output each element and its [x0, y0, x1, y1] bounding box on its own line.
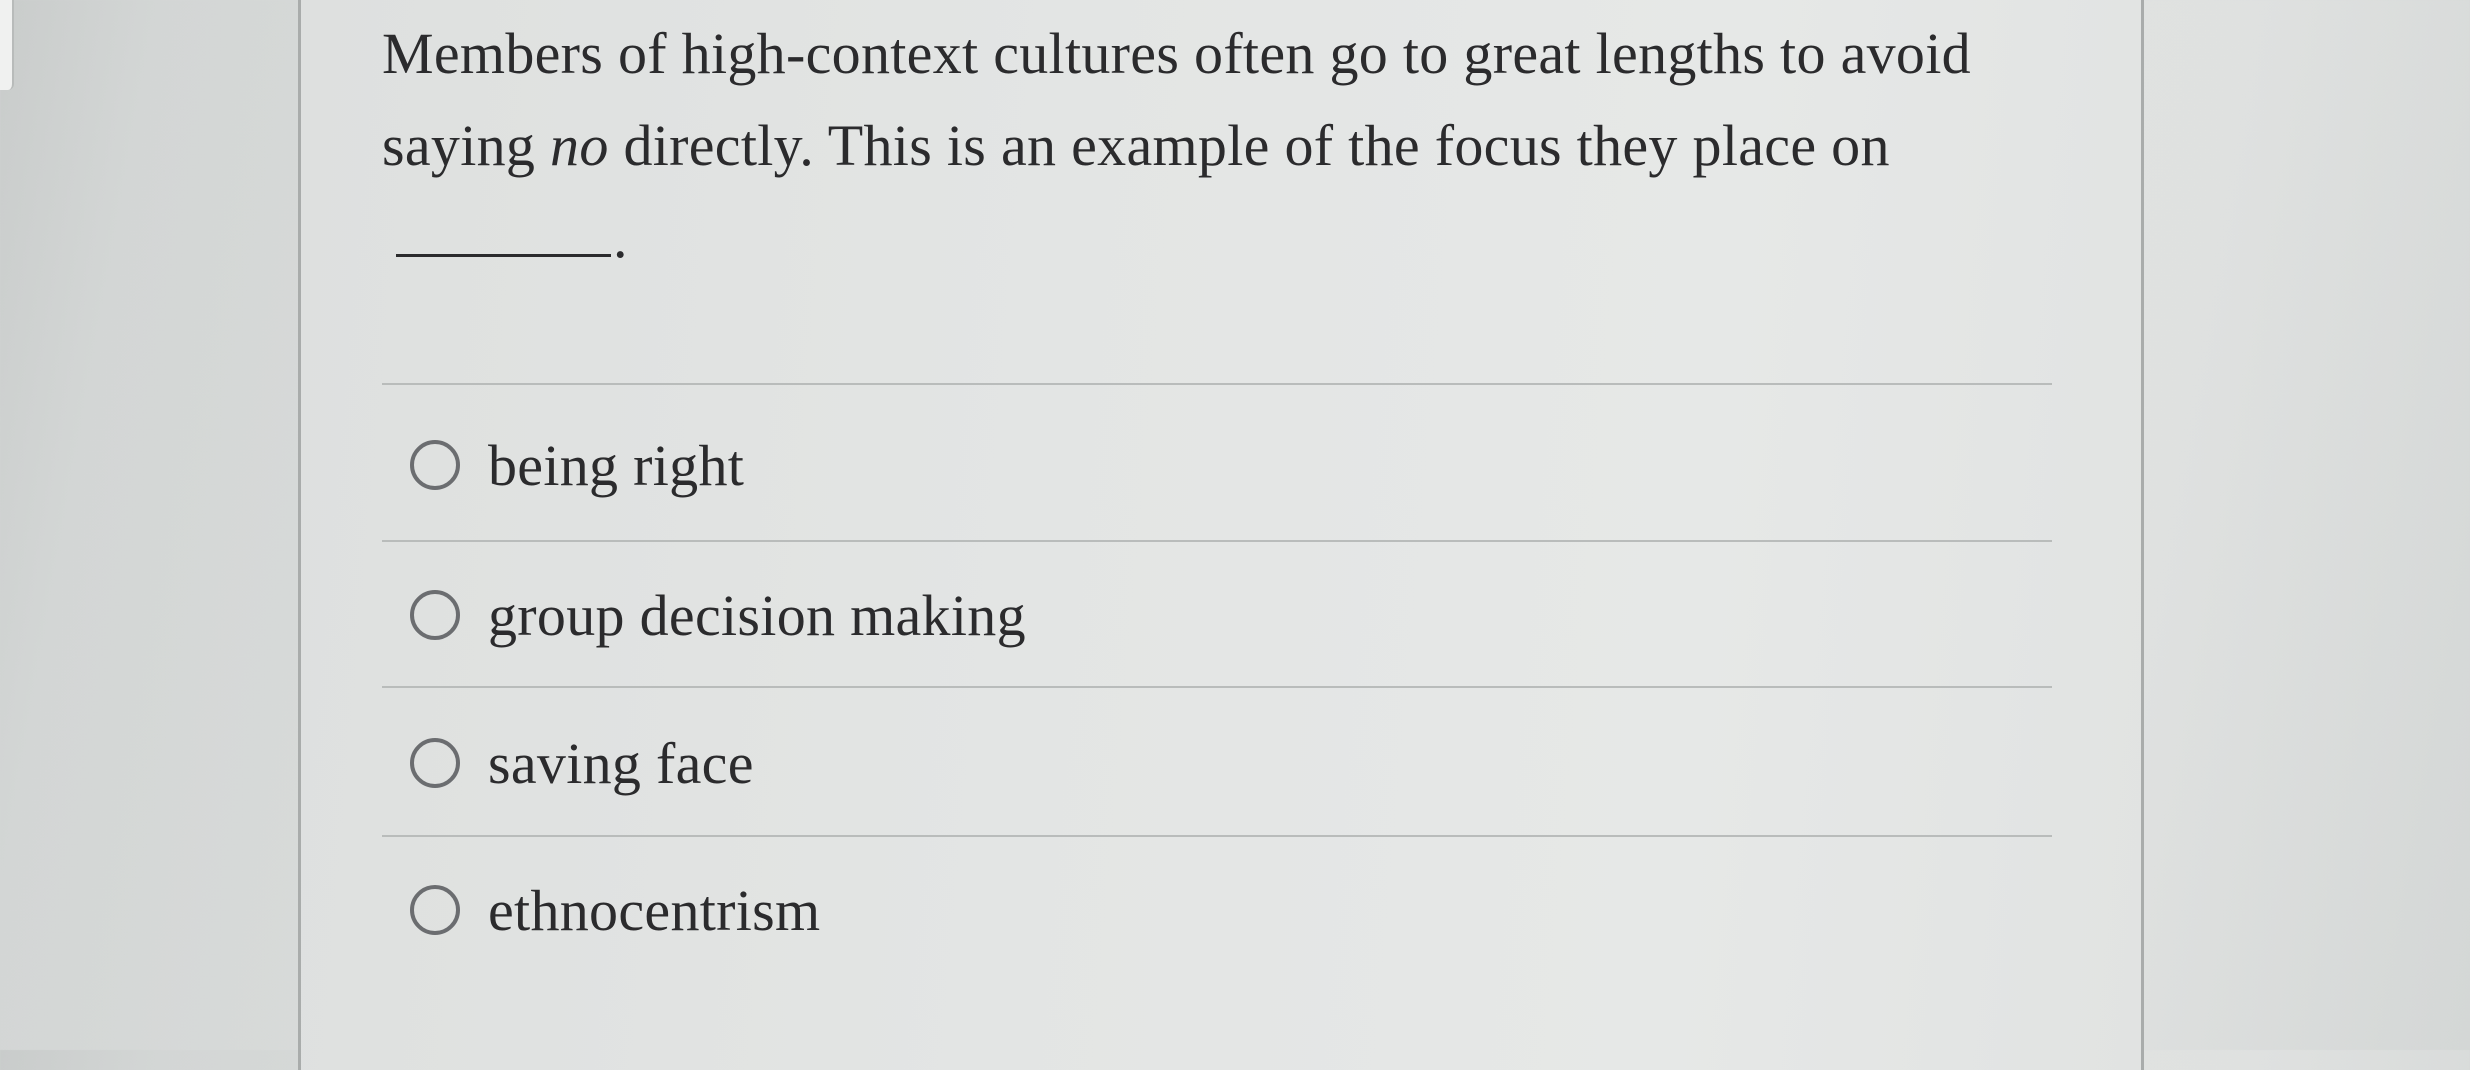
option-saving-face[interactable]: saving face [410, 713, 754, 813]
question-text: Members of high-context cultures often g… [382, 8, 2022, 284]
question-period: . [613, 205, 628, 270]
divider [382, 383, 2052, 385]
window-edge [0, 0, 14, 90]
answer-blank [396, 198, 611, 257]
option-ethnocentrism[interactable]: ethnocentrism [410, 860, 820, 960]
divider [382, 686, 2052, 688]
option-label: being right [488, 432, 745, 498]
radio-button[interactable] [410, 885, 460, 935]
radio-button[interactable] [410, 590, 460, 640]
option-being-right[interactable]: being right [410, 415, 744, 515]
option-label: ethnocentrism [488, 877, 821, 943]
radio-button[interactable] [410, 738, 460, 788]
radio-button[interactable] [410, 440, 460, 490]
option-label: group decision making [488, 582, 1026, 648]
divider [382, 835, 2052, 837]
divider [382, 540, 2052, 542]
question-emphasis: no [550, 113, 609, 178]
option-group-decision-making[interactable]: group decision making [410, 565, 1026, 665]
option-label: saving face [488, 730, 754, 796]
question-text-end: directly. This is an example of the focu… [608, 113, 1890, 178]
